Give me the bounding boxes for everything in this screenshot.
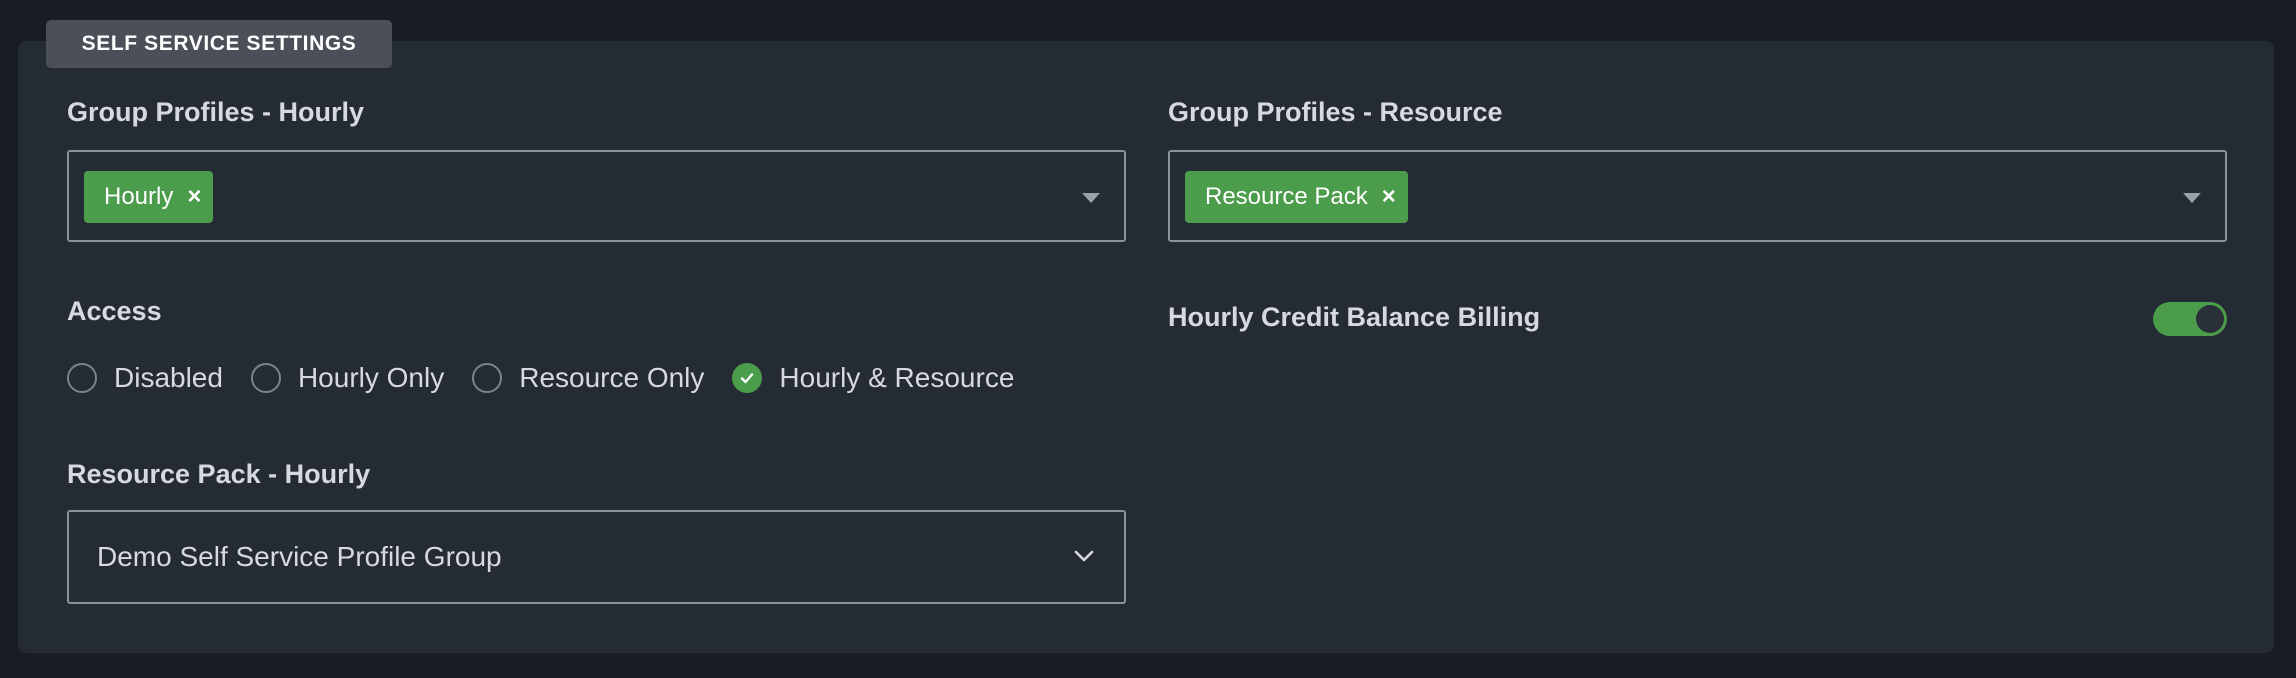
section-title-tab: SELF SERVICE SETTINGS <box>46 20 392 68</box>
radio-checked-icon[interactable] <box>732 363 763 393</box>
hourly-chip-label: Hourly <box>104 183 174 210</box>
remove-hourly-chip-icon[interactable]: × <box>187 185 201 209</box>
caret-down-icon[interactable] <box>2183 193 2201 203</box>
caret-down-icon[interactable] <box>1082 193 1100 203</box>
group-profiles-hourly-label: Group Profiles - Hourly <box>67 97 365 127</box>
hourly-chip: Hourly × <box>84 171 214 223</box>
resource-pack-chip: Resource Pack × <box>1185 171 1408 223</box>
access-radio-group: Disabled Hourly Only Resource Only Hourl… <box>67 360 1042 396</box>
radio-unchecked-icon[interactable] <box>67 363 97 393</box>
resource-pack-hourly-value: Demo Self Service Profile Group <box>97 541 502 572</box>
resource-pack-hourly-select[interactable]: Demo Self Service Profile Group <box>67 510 1126 604</box>
access-option-label: Hourly Only <box>297 362 445 393</box>
access-label: Access <box>67 296 162 326</box>
access-option-label: Hourly & Resource <box>779 362 1015 393</box>
resource-pack-chip-label: Resource Pack <box>1205 183 1368 210</box>
group-profiles-hourly-select[interactable]: Hourly × <box>67 150 1126 242</box>
toggle-knob <box>2196 305 2224 333</box>
radio-unchecked-icon[interactable] <box>250 363 281 393</box>
access-option-label: Resource Only <box>519 362 705 393</box>
group-profiles-resource-select[interactable]: Resource Pack × <box>1168 150 2227 242</box>
access-radio-hourly-only[interactable]: Hourly Only <box>250 362 445 394</box>
access-radio-disabled[interactable]: Disabled <box>67 362 223 394</box>
resource-pack-hourly-label: Resource Pack - Hourly <box>67 459 371 489</box>
access-radio-hourly-and-resource[interactable]: Hourly & Resource <box>732 362 1014 394</box>
chevron-down-icon[interactable] <box>1072 544 1096 568</box>
section-title: SELF SERVICE SETTINGS <box>81 32 357 55</box>
group-profiles-resource-label: Group Profiles - Resource <box>1168 97 1503 127</box>
remove-resource-pack-chip-icon[interactable]: × <box>1382 185 1396 209</box>
access-radio-resource-only[interactable]: Resource Only <box>472 362 704 394</box>
access-option-label: Disabled <box>114 362 223 393</box>
checkmark-icon <box>741 373 754 384</box>
radio-unchecked-icon[interactable] <box>472 363 503 393</box>
hourly-credit-balance-billing-toggle[interactable] <box>2153 302 2227 336</box>
hourly-credit-balance-billing-label: Hourly Credit Balance Billing <box>1168 302 1541 332</box>
